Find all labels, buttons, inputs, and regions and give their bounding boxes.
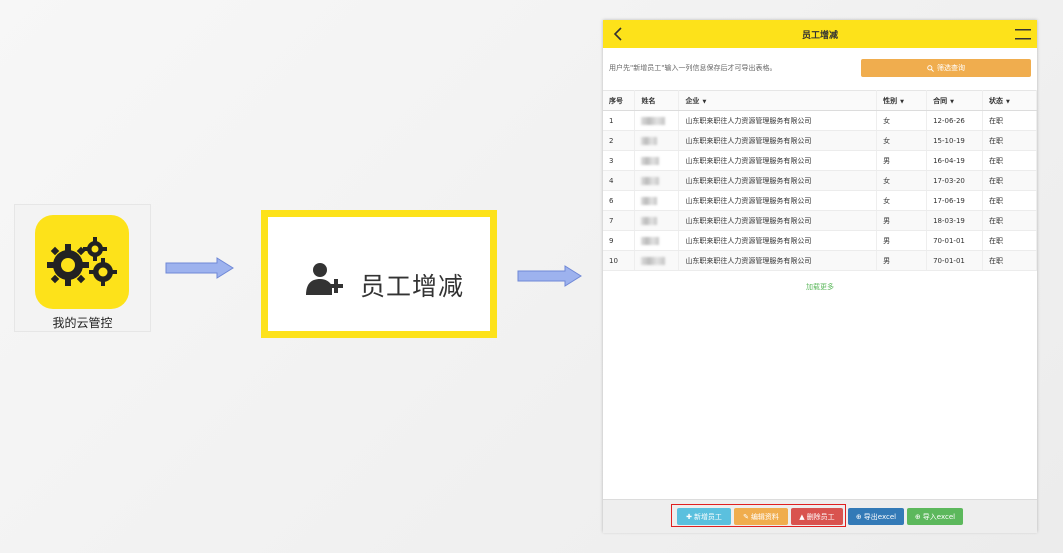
table-row[interactable]: 10 山东职来职往人力资源管理服务有限公司男 70-01-01 在职	[603, 250, 1037, 271]
column-header-gender[interactable]: 性别 ▼	[876, 90, 928, 111]
menu-label: 员工增减	[360, 272, 465, 301]
column-header-name: 姓名	[634, 90, 680, 111]
hamburger-menu-icon[interactable]	[1015, 29, 1031, 40]
employee-table: 序号 姓名 企业 ▼ 性别 ▼ 合同 ▼ 状态 ▼ 1 山东职来职往人力资源管理服务有限公…	[603, 90, 1037, 271]
filter-query-button[interactable]: 筛选查询	[861, 59, 1031, 77]
search-icon	[927, 64, 934, 72]
blurred-name	[641, 136, 658, 145]
table-row[interactable]: 6 山东职来职往人力资源管理服务有限公司女 17-06-19 在职	[603, 190, 1037, 211]
export-excel-button[interactable]: ⊕ 导出excel	[848, 508, 904, 525]
warning-icon: ▲	[799, 512, 805, 521]
top-bar: 员工增减	[603, 20, 1037, 48]
blurred-name	[641, 156, 660, 165]
menu-tile-staff-change[interactable]: 员工增减	[261, 210, 497, 338]
app-tile[interactable]: 我的云管控	[14, 204, 151, 332]
column-header-company[interactable]: 企业 ▼	[678, 90, 878, 111]
import-icon: ⊕	[914, 512, 921, 521]
arrow-right-icon	[165, 257, 234, 279]
table-row[interactable]: 3 山东职来职往人力资源管理服务有限公司男 16-04-19 在职	[603, 150, 1037, 171]
table-header-row: 序号 姓名 企业 ▼ 性别 ▼ 合同 ▼ 状态 ▼	[603, 90, 1037, 111]
table-row[interactable]: 4 山东职来职往人力资源管理服务有限公司女 17-03-20 在职	[603, 170, 1037, 191]
hint-text: 用户先"新增员工"输入一列信息保存后才可导出表格。	[609, 64, 777, 72]
filter-query-label: 筛选查询	[937, 64, 965, 72]
delete-employee-button[interactable]: ▲ 删除员工	[791, 508, 843, 525]
add-user-icon	[306, 263, 343, 295]
table-row[interactable]: 1 山东职来职往人力资源管理服务有限公司女 12-06-26 在职	[603, 110, 1037, 131]
table-row[interactable]: 7 山东职来职往人力资源管理服务有限公司男 18-03-19 在职	[603, 210, 1037, 231]
app-label: 我的云管控	[52, 316, 113, 330]
add-employee-button[interactable]: ✚ 新增员工	[677, 508, 731, 525]
column-header-no: 序号	[603, 90, 636, 111]
caret-down-icon: ▼	[1006, 98, 1010, 105]
caret-down-icon: ▼	[702, 98, 707, 105]
page-title: 员工增减	[801, 31, 838, 41]
blurred-name	[641, 116, 666, 125]
phone-screen: 员工增减 用户先"新增员工"输入一列信息保存后才可导出表格。 筛选查询 序号 姓…	[603, 20, 1037, 533]
caret-down-icon: ▼	[950, 98, 954, 105]
blurred-name	[641, 236, 660, 245]
column-header-status[interactable]: 状态 ▼	[982, 90, 1037, 111]
edit-icon: ✎	[743, 512, 749, 521]
bottom-toolbar: ✚ 新增员工 ✎ 编辑资料 ▲ 删除员工 ⊕ 导出excel ⊕ 导入excel	[603, 499, 1037, 533]
import-excel-button[interactable]: ⊕ 导入excel	[907, 508, 963, 525]
load-more-link[interactable]: 加载更多	[603, 282, 1037, 292]
gears-icon	[35, 215, 129, 309]
blurred-name	[641, 196, 658, 205]
column-header-contract[interactable]: 合同 ▼	[926, 90, 984, 111]
export-icon: ⊕	[855, 512, 862, 521]
blurred-name	[641, 176, 660, 185]
plus-icon: ✚	[686, 512, 692, 521]
table-row[interactable]: 9 山东职来职往人力资源管理服务有限公司男 70-01-01 在职	[603, 230, 1037, 251]
arrow-right-icon	[517, 265, 582, 287]
edit-profile-button[interactable]: ✎ 编辑资料	[734, 508, 788, 525]
caret-down-icon: ▼	[900, 98, 905, 105]
blurred-name	[641, 216, 658, 225]
blurred-name	[641, 256, 666, 265]
table-row[interactable]: 2 山东职来职往人力资源管理服务有限公司女 15-10-19 在职	[603, 130, 1037, 151]
